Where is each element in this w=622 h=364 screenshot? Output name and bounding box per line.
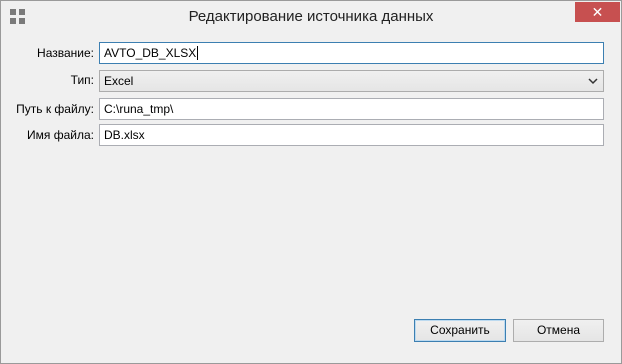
name-value: AVTO_DB_XLSX bbox=[104, 46, 197, 60]
chevron-down-icon bbox=[588, 78, 598, 85]
type-value: Excel bbox=[104, 74, 134, 88]
title-bar[interactable]: Редактирование источника данных ✕ bbox=[1, 1, 621, 32]
form-area: Название: AVTO_DB_XLSX Тип: Excel Путь к… bbox=[1, 32, 621, 363]
type-label: Тип: bbox=[70, 73, 94, 87]
path-label: Путь к файлу: bbox=[16, 102, 94, 116]
cancel-button[interactable]: Отмена bbox=[513, 319, 604, 342]
path-input[interactable]: C:\runa_tmp\ bbox=[99, 98, 604, 120]
text-caret bbox=[197, 46, 199, 60]
window-title: Редактирование источника данных bbox=[188, 8, 434, 25]
type-select[interactable]: Excel bbox=[99, 70, 604, 92]
filename-label: Имя файла: bbox=[27, 128, 94, 142]
close-button[interactable]: ✕ bbox=[575, 2, 620, 22]
path-value: C:\runa_tmp\ bbox=[104, 102, 174, 116]
save-button[interactable]: Сохранить bbox=[414, 319, 506, 342]
filename-value: DB.xlsx bbox=[104, 128, 145, 142]
filename-input[interactable]: DB.xlsx bbox=[99, 124, 604, 146]
close-icon: ✕ bbox=[591, 4, 604, 20]
dialog-window: Редактирование источника данных ✕ Назван… bbox=[0, 0, 622, 364]
name-label: Название: bbox=[37, 46, 94, 60]
name-input[interactable]: AVTO_DB_XLSX bbox=[99, 42, 604, 64]
